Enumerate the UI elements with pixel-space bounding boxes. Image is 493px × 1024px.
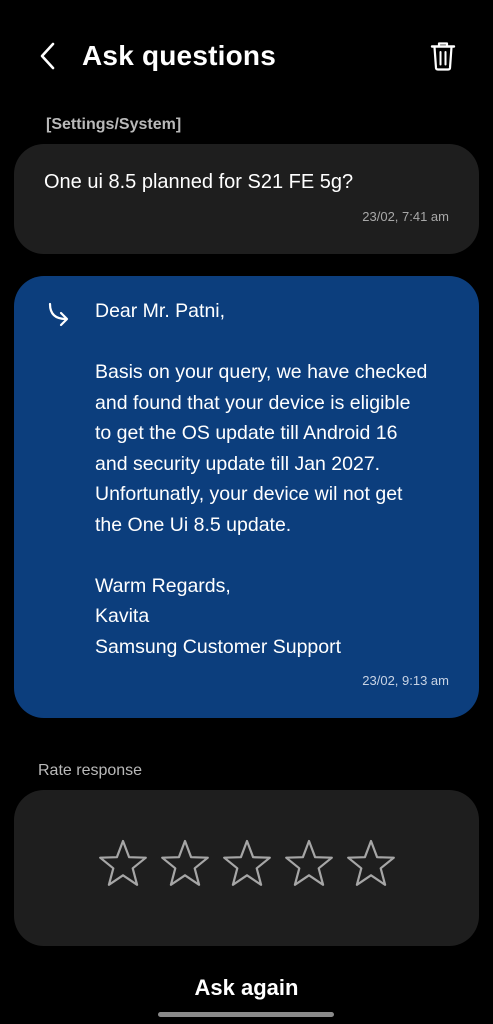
star-icon-2[interactable] [160, 838, 210, 888]
question-category: [Settings/System] [46, 116, 182, 133]
delete-button[interactable] [420, 34, 466, 78]
answer-card: Dear Mr. Patni, Basis on your query, we … [14, 276, 479, 718]
answer-timestamp: 23/02, 9:13 am [362, 673, 449, 688]
app-header: Ask questions [0, 0, 493, 110]
answer-body: Dear Mr. Patni, Basis on your query, we … [95, 296, 465, 662]
answer-greeting: Dear Mr. Patni, [95, 300, 226, 322]
question-timestamp: 23/02, 7:41 am [362, 209, 449, 224]
answer-line: and security update till Jan 2027. [95, 452, 381, 475]
star-icon-3[interactable] [222, 838, 272, 888]
reply-arrow-icon [48, 302, 69, 327]
star-icon-5[interactable] [346, 838, 396, 888]
home-indicator[interactable] [158, 1012, 334, 1017]
rate-response-label: Rate response [38, 762, 143, 779]
page-title: Ask questions [82, 40, 276, 71]
rating-card [14, 790, 479, 946]
answer-signature-name: Kavita [95, 605, 150, 627]
star-rating [98, 838, 396, 888]
star-icon-1[interactable] [98, 838, 148, 888]
question-card: One ui 8.5 planned for S21 FE 5g? 23/02,… [14, 144, 479, 254]
question-text: One ui 8.5 planned for S21 FE 5g? [44, 171, 354, 193]
answer-signature-org: Samsung Customer Support [95, 635, 342, 658]
answer-line: the One Ui 8.5 update. [95, 513, 292, 536]
back-button[interactable] [28, 34, 68, 78]
answer-closing: Warm Regards, [95, 574, 231, 597]
answer-line: to get the OS update till Android 16 [95, 422, 398, 444]
star-icon-4[interactable] [284, 838, 334, 888]
answer-line: Basis on your query, we have checked [95, 361, 428, 383]
answer-line: Unfortunatly, your device wil not get [95, 483, 403, 505]
chevron-left-icon [40, 42, 55, 70]
ask-again-button[interactable]: Ask again [0, 966, 493, 1010]
answer-line: and found that your device is eligible [95, 391, 411, 414]
trash-icon [430, 42, 456, 71]
